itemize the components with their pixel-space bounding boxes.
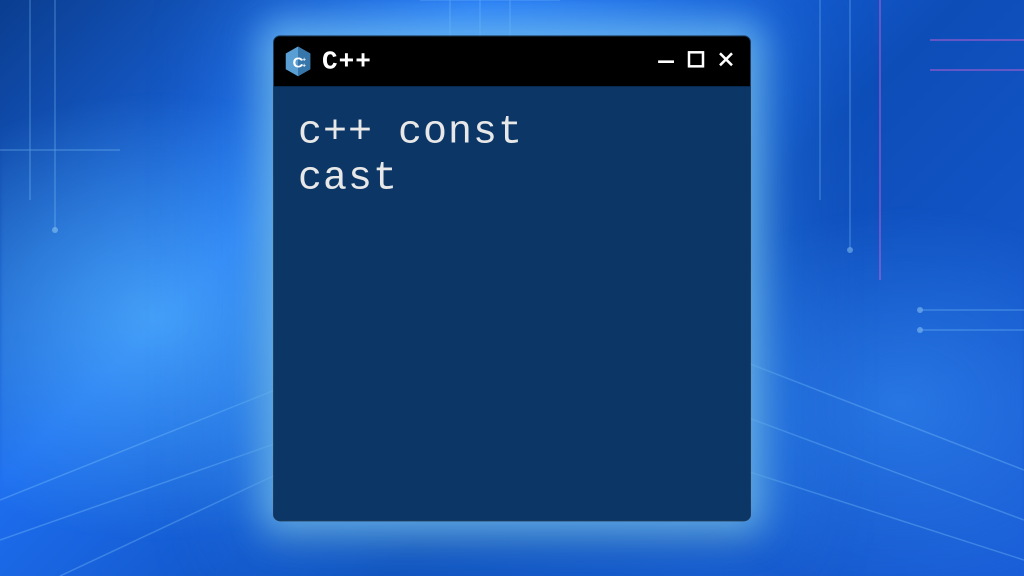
window-controls: — [654, 48, 738, 74]
minimize-button[interactable]: — [654, 48, 678, 74]
maximize-button[interactable] [684, 48, 708, 74]
window-content: c++ const cast [274, 86, 750, 520]
close-button[interactable] [714, 48, 738, 74]
titlebar[interactable]: C + + C++ — [274, 36, 750, 86]
cpp-logo-icon: C + + [284, 45, 312, 77]
svg-text:+: + [302, 62, 306, 69]
app-window: C + + C++ — c++ const cast [274, 36, 750, 520]
window-title: C++ [322, 46, 644, 76]
